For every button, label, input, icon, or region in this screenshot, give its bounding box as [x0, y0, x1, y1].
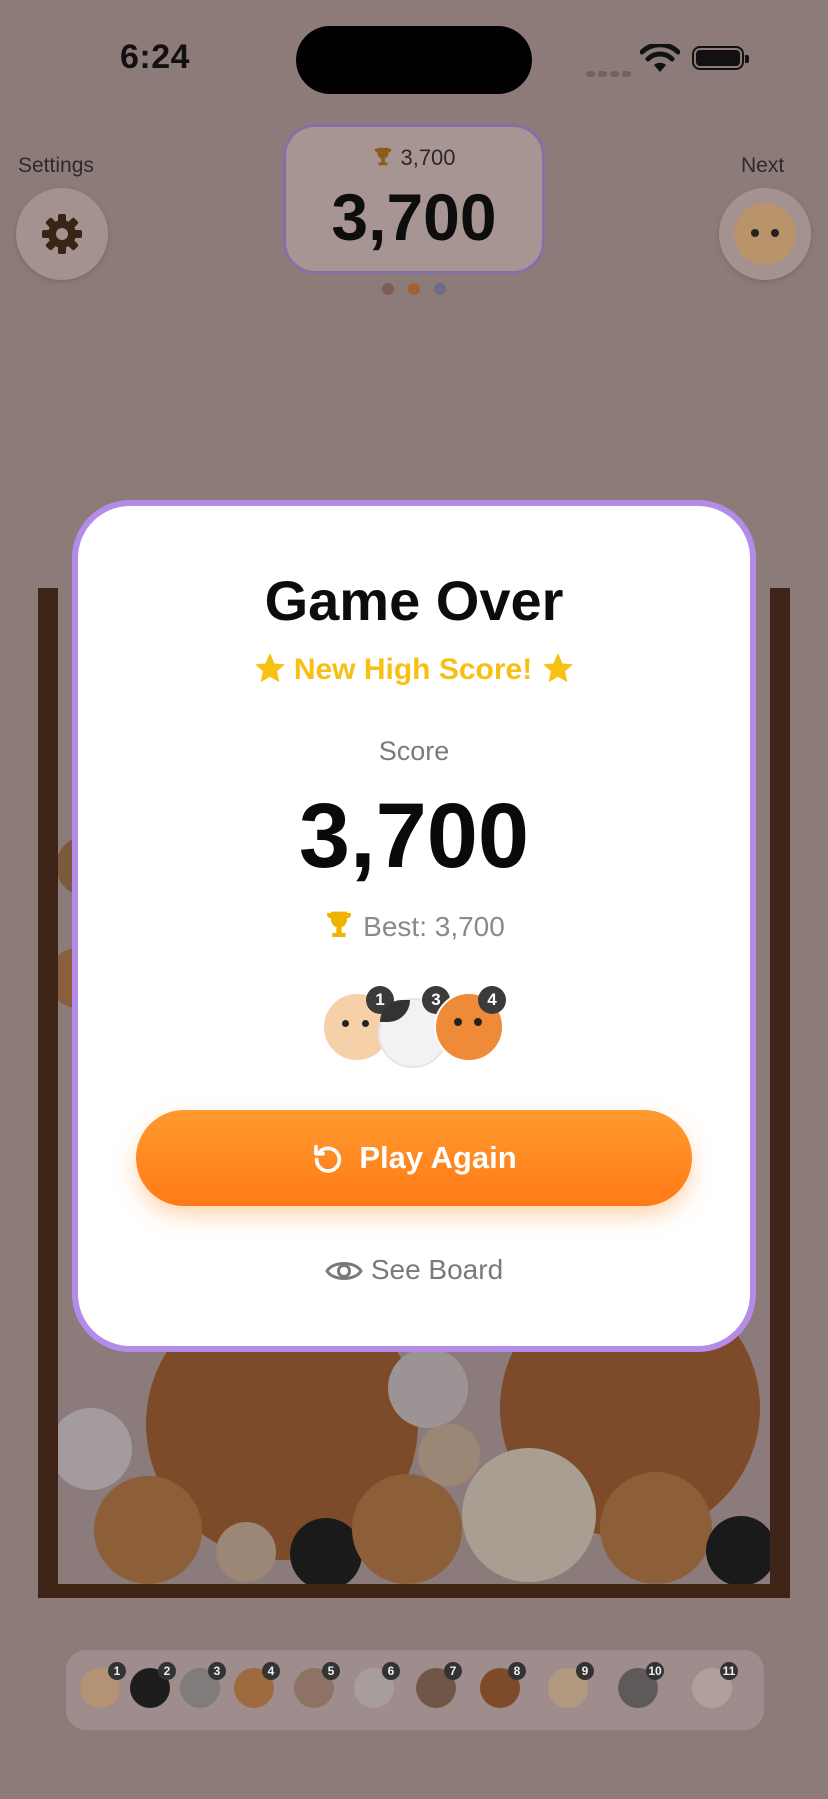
eye-icon — [325, 1262, 363, 1280]
header-best-value: 3,700 — [400, 145, 456, 170]
header-best: 3,700 — [286, 145, 542, 171]
evolution-strip: 1 2 3 4 5 6 7 8 9 10 11 — [66, 1650, 764, 1730]
unlocked-cats: 1 3 4 — [322, 986, 522, 1068]
trophy-icon — [327, 911, 352, 937]
new-high-score: New High Score! — [0, 650, 828, 687]
evolution-level-6: 6 — [354, 1662, 400, 1708]
play-again-label: Play Again — [359, 1140, 517, 1175]
evolution-level-10: 10 — [618, 1662, 664, 1708]
evolution-level-1: 1 — [80, 1662, 126, 1708]
next-cat-preview — [719, 188, 811, 280]
see-board-label: See Board — [370, 1254, 504, 1285]
see-board-button[interactable]: See Board — [0, 1254, 828, 1286]
best-score: Best: 3,700 — [0, 908, 828, 943]
evolution-level-3: 3 — [180, 1662, 226, 1708]
evolution-level-5: 5 — [294, 1662, 340, 1708]
star-icon — [254, 653, 285, 683]
evolution-level-4: 4 — [234, 1662, 280, 1708]
page-indicator — [382, 282, 460, 300]
header-score: 3,700 — [331, 180, 497, 254]
star-icon — [543, 653, 574, 683]
status-time: 6:24 — [120, 38, 191, 76]
replay-icon — [314, 1144, 342, 1173]
evolution-level-2: 2 — [130, 1662, 176, 1708]
score-label: Score — [378, 736, 450, 766]
final-score: 3,700 — [298, 785, 530, 887]
evolution-level-9: 9 — [548, 1662, 594, 1708]
wifi-icon — [639, 42, 681, 79]
settings-button[interactable] — [16, 188, 108, 280]
modal-title: Game Over — [264, 569, 564, 632]
cellular-signal-icon — [586, 64, 634, 82]
best-score-text: Best: 3,700 — [363, 911, 505, 942]
battery-icon — [692, 46, 749, 70]
gear-icon — [42, 214, 82, 254]
settings-label: Settings — [18, 154, 94, 177]
evolution-level-8: 8 — [480, 1662, 526, 1708]
evolution-level-11: 11 — [692, 1662, 738, 1708]
dynamic-island — [296, 26, 532, 94]
play-again-button[interactable]: Play Again — [136, 1110, 692, 1206]
trophy-icon — [375, 147, 392, 166]
cat-badge-4: 4 — [478, 986, 506, 1014]
score-display: 3,700 3,700 — [283, 124, 545, 274]
evolution-level-7: 7 — [416, 1662, 462, 1708]
high-score-text: New High Score! — [293, 653, 533, 686]
next-label: Next — [741, 154, 785, 177]
next-cat-icon — [734, 203, 796, 265]
